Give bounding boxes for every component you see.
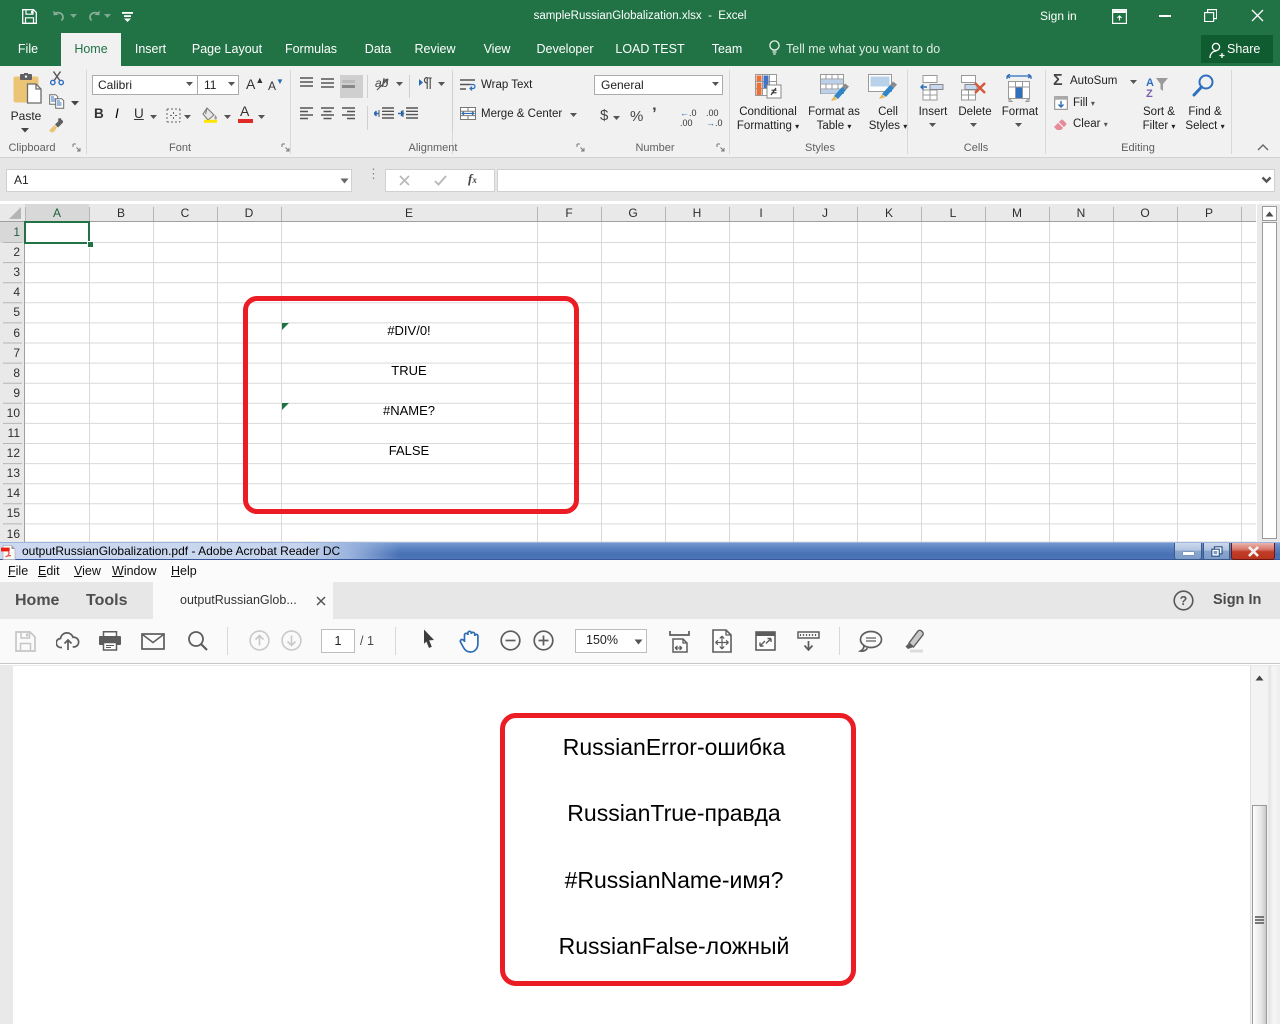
svg-text:?: ? xyxy=(1180,594,1188,608)
svg-text:Z: Z xyxy=(1146,88,1153,98)
